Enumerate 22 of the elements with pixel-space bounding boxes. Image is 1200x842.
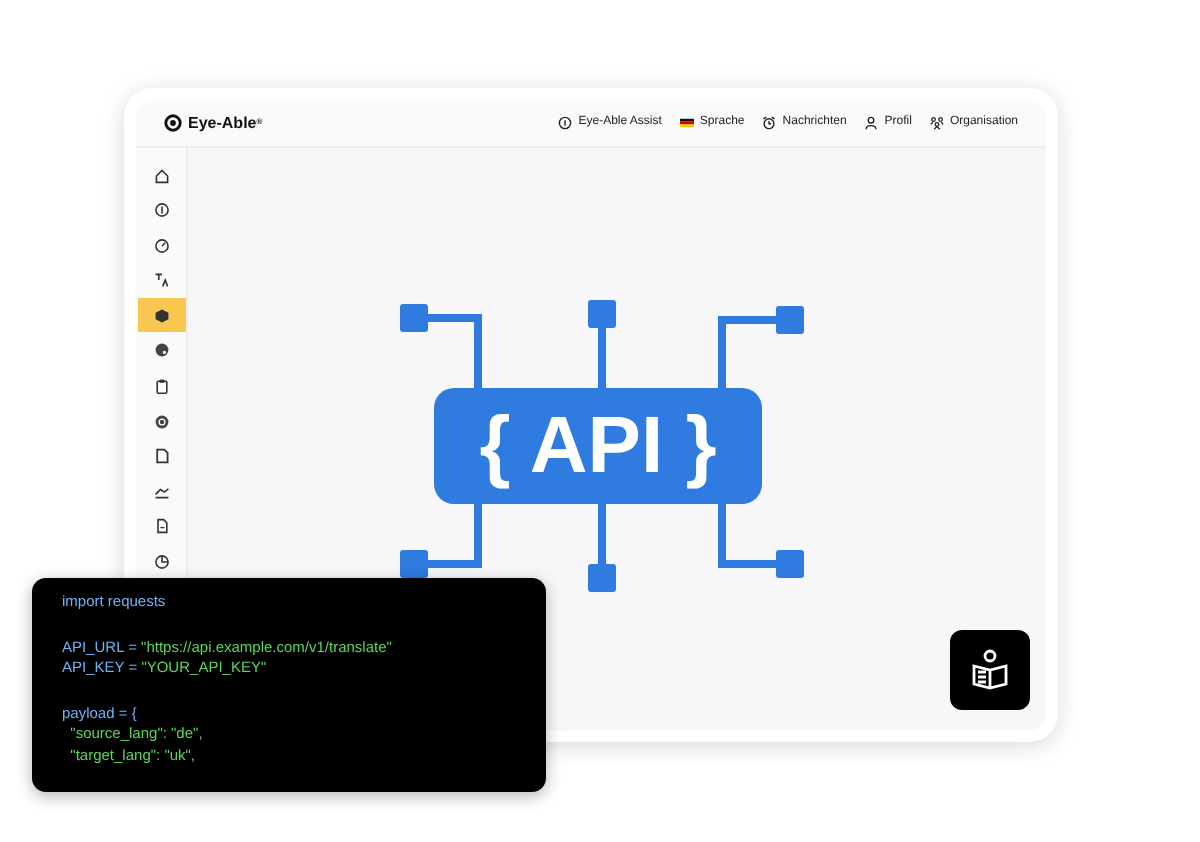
palette-icon: [153, 342, 169, 359]
people-group-icon: [929, 116, 944, 130]
clipboard-icon: [153, 378, 169, 395]
gauge-icon: [153, 237, 169, 254]
flag-icon: [679, 116, 694, 130]
home-icon: [153, 167, 169, 183]
api-label: { API }: [479, 402, 717, 490]
sidebar-item[interactable]: [137, 298, 185, 333]
cube-icon: [153, 307, 169, 324]
alarm-clock-icon: [762, 116, 777, 130]
info-circle-icon: [558, 116, 573, 130]
pie-chart-icon: [153, 554, 169, 571]
translate-icon: [153, 272, 169, 289]
coin-icon: [153, 202, 169, 219]
logo-icon: [164, 114, 182, 132]
line-chart-icon: [153, 483, 169, 500]
file-icon: [153, 518, 169, 535]
reader-button[interactable]: [950, 630, 1030, 710]
reading-person-icon: [968, 648, 1012, 692]
target-icon: [153, 413, 169, 430]
person-icon: [864, 116, 879, 130]
document-icon: [153, 448, 169, 465]
